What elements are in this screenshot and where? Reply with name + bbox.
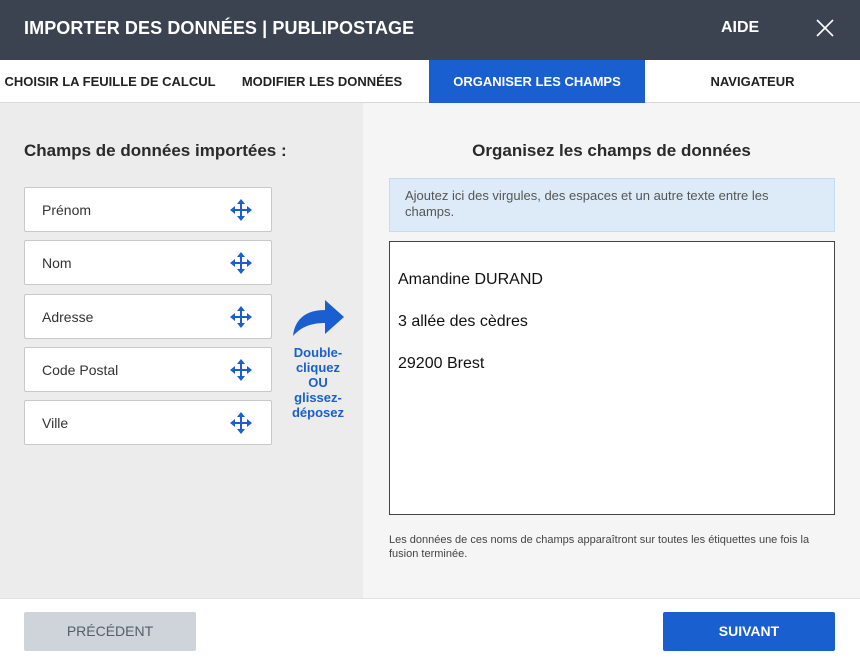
hint-line: cliquez [295, 360, 341, 375]
dialog-header: IMPORTER DES DONNÉES | PUBLIPOSTAGE AIDE [0, 0, 860, 60]
move-icon[interactable] [230, 306, 252, 328]
fields-editor[interactable]: Amandine DURAND 3 allée des cèdres 29200… [389, 241, 835, 515]
editor-line: 29200 Brest [398, 355, 485, 372]
drag-hint: Double- cliquez OU glissez- déposez [278, 345, 358, 420]
move-icon[interactable] [230, 412, 252, 434]
editor-line: Amandine DURAND [398, 271, 543, 288]
hint-line: déposez [291, 405, 344, 420]
move-icon[interactable] [230, 359, 252, 381]
move-icon[interactable] [230, 252, 252, 274]
merge-note: Les données de ces noms de champs appara… [389, 534, 810, 560]
move-icon[interactable] [230, 199, 252, 221]
editor-line: 3 allée des cèdres [398, 313, 528, 330]
field-prenom[interactable]: Prénom [24, 187, 272, 232]
wizard-tabs: CHOISIR LA FEUILLE DE CALCUL MODIFIER LE… [0, 60, 860, 103]
imported-fields-panel: Champs de données importées : Prénom Nom… [0, 103, 363, 598]
imported-fields-heading: Champs de données importées : [24, 141, 287, 160]
field-nom[interactable]: Nom [24, 240, 272, 285]
hint-line: glissez- [294, 390, 342, 405]
tab-browser[interactable]: NAVIGATEUR [645, 60, 860, 103]
field-label: Adresse [42, 309, 94, 325]
organize-fields-heading: Organisez les champs de données [472, 141, 751, 160]
field-adresse[interactable]: Adresse [24, 294, 272, 339]
previous-button[interactable]: PRÉCÉDENT [24, 612, 196, 651]
hint-line: Double- [293, 345, 343, 360]
field-label: Ville [42, 415, 69, 431]
organize-fields-panel: Organisez les champs de données Ajoutez … [363, 103, 860, 598]
field-label: Prénom [42, 202, 92, 218]
tab-edit-data[interactable]: MODIFIER LES DONNÉES [228, 60, 416, 103]
field-label: Code Postal [42, 362, 119, 378]
dialog-footer: PRÉCÉDENT SUIVANT [0, 598, 860, 661]
field-label: Nom [42, 255, 72, 271]
curved-arrow-icon [293, 300, 344, 336]
next-button[interactable]: SUIVANT [663, 612, 835, 651]
info-banner: Ajoutez ici des virgules, des espaces et… [389, 178, 835, 232]
hint-line: OU [308, 375, 328, 390]
tab-organize-fields[interactable]: ORGANISER LES CHAMPS [429, 60, 645, 103]
help-link[interactable]: AIDE [721, 19, 759, 37]
dialog-title: IMPORTER DES DONNÉES | PUBLIPOSTAGE [24, 18, 415, 38]
field-ville[interactable]: Ville [24, 400, 272, 445]
field-code-postal[interactable]: Code Postal [24, 347, 272, 392]
tab-choose-sheet[interactable]: CHOISIR LA FEUILLE DE CALCUL [0, 60, 220, 103]
close-icon[interactable] [814, 17, 836, 39]
